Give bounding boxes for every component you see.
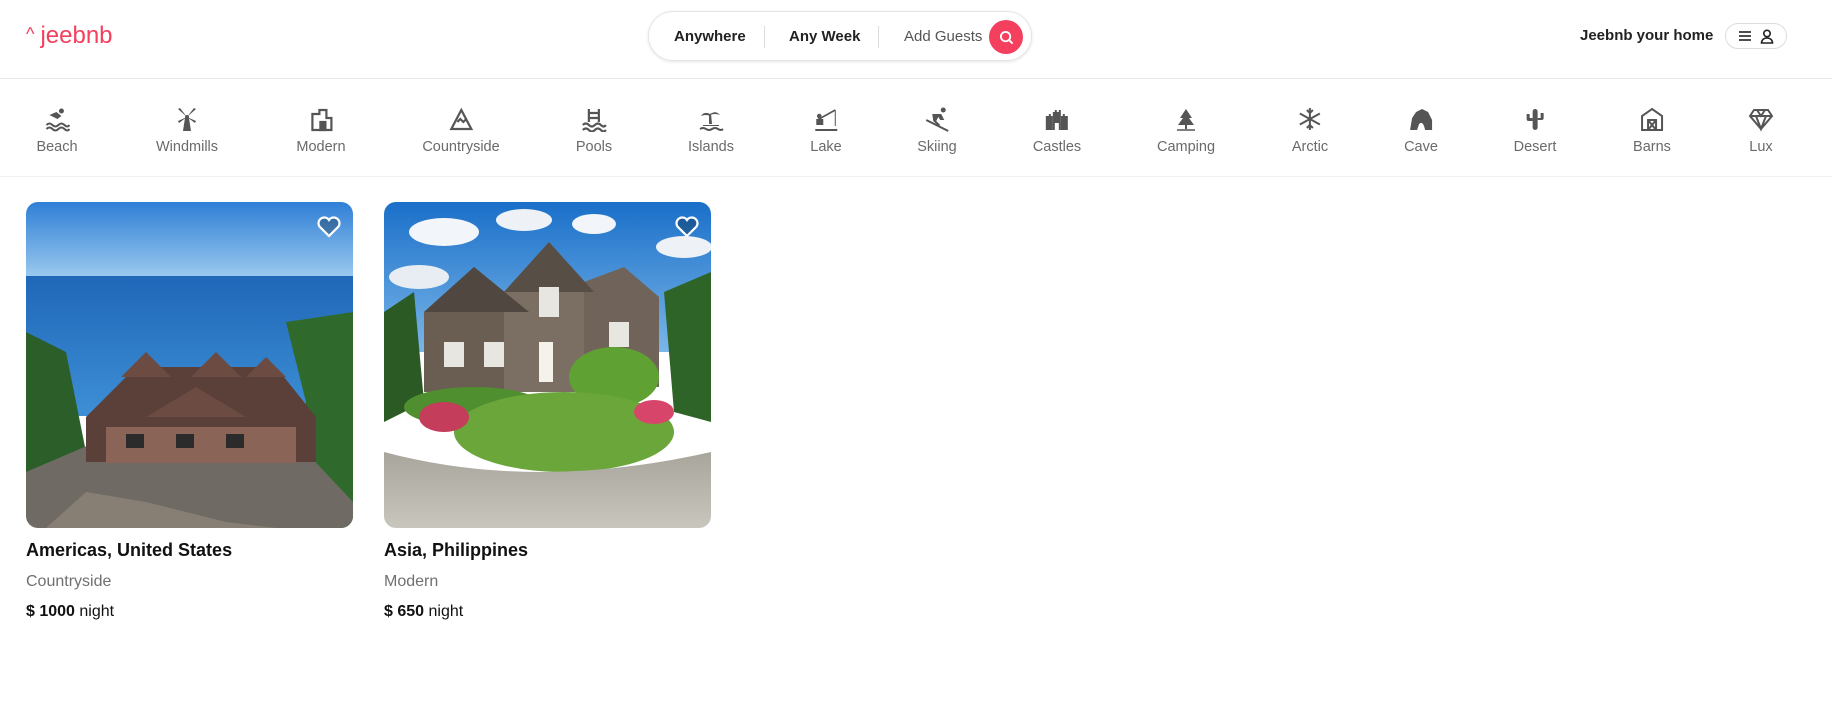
- search-where-button[interactable]: Anywhere: [674, 28, 746, 45]
- snowflake-icon: [1297, 106, 1323, 132]
- listing-card[interactable]: Americas, United States Countryside $ 10…: [26, 202, 353, 621]
- top-navbar: ^ jeebnb Anywhere Any Week Add Guests Je…: [0, 0, 1832, 79]
- category-lake[interactable]: Lake: [810, 106, 842, 155]
- category-pools[interactable]: Pools: [576, 106, 612, 155]
- category-label: Barns: [1633, 139, 1671, 155]
- category-desert[interactable]: Desert: [1513, 106, 1557, 155]
- category-label: Lux: [1749, 139, 1773, 155]
- user-menu-button[interactable]: [1725, 23, 1787, 49]
- search-button[interactable]: [989, 20, 1023, 54]
- diamond-icon: [1748, 106, 1774, 132]
- modern-house-icon: [308, 106, 334, 132]
- barn-icon: [1639, 106, 1665, 132]
- island-icon: [698, 106, 724, 132]
- pool-icon: [581, 106, 607, 132]
- listing-price-unit: night: [79, 603, 115, 620]
- listing-photo[interactable]: [26, 202, 353, 528]
- listing-category: Modern: [384, 573, 439, 590]
- category-countryside[interactable]: Countryside: [422, 106, 500, 155]
- listing-location: Americas, United States: [26, 540, 233, 560]
- divider: [764, 26, 765, 48]
- beach-icon: [44, 106, 70, 132]
- mountain-icon: [448, 106, 474, 132]
- category-bar: Beach Windmills Modern Countryside Pools…: [0, 80, 1832, 177]
- tree-icon: [1173, 106, 1199, 132]
- category-label: Lake: [810, 139, 842, 155]
- category-cave[interactable]: Cave: [1404, 106, 1438, 155]
- category-label: Windmills: [155, 139, 219, 155]
- castle-icon: [1044, 106, 1070, 132]
- cave-icon: [1408, 106, 1434, 132]
- logo[interactable]: ^ jeebnb: [26, 22, 113, 50]
- hamburger-icon: [1739, 31, 1751, 41]
- search-when-button[interactable]: Any Week: [789, 28, 860, 45]
- category-label: Desert: [1513, 139, 1557, 155]
- listing-price-line: $ 1000 night: [26, 603, 353, 621]
- listing-price-unit: night: [428, 603, 464, 620]
- favorite-heart-icon[interactable]: [674, 214, 700, 240]
- fishing-icon: [813, 106, 839, 132]
- listing-photo[interactable]: [384, 202, 711, 528]
- category-label: Skiing: [917, 139, 957, 155]
- user-icon: [1760, 28, 1774, 44]
- search-guests-button[interactable]: Add Guests: [904, 28, 982, 45]
- category-arctic[interactable]: Arctic: [1292, 106, 1328, 155]
- category-label: Arctic: [1291, 139, 1329, 155]
- logo-mark: ^: [26, 23, 35, 44]
- skiing-icon: [924, 106, 950, 132]
- logo-text: jeebnb: [40, 22, 113, 49]
- listing-price-line: $ 650 night: [384, 603, 711, 621]
- category-lux[interactable]: Lux: [1748, 106, 1774, 155]
- category-beach[interactable]: Beach: [36, 106, 78, 155]
- divider: [878, 26, 879, 48]
- category-label: Islands: [688, 139, 734, 155]
- listing-price: $ 1000: [26, 603, 75, 620]
- search-bar[interactable]: Anywhere Any Week Add Guests: [648, 11, 1032, 61]
- category-label: Camping: [1156, 139, 1216, 155]
- search-icon: [999, 30, 1013, 44]
- listing-card[interactable]: Asia, Philippines Modern $ 650 night: [384, 202, 711, 621]
- category-label: Cave: [1404, 139, 1438, 155]
- category-label: Castles: [1032, 139, 1082, 155]
- listing-price: $ 650: [384, 603, 425, 620]
- windmill-icon: [174, 106, 200, 132]
- category-label: Beach: [36, 139, 78, 155]
- category-modern[interactable]: Modern: [296, 106, 346, 155]
- category-castles[interactable]: Castles: [1033, 106, 1081, 155]
- category-label: Countryside: [422, 139, 500, 155]
- category-label: Modern: [296, 139, 346, 155]
- category-camping[interactable]: Camping: [1157, 106, 1215, 155]
- listing-category: Countryside: [26, 573, 112, 590]
- category-skiing[interactable]: Skiing: [917, 106, 957, 155]
- category-label: Pools: [575, 139, 613, 155]
- listing-location: Asia, Philippines: [384, 540, 529, 560]
- favorite-heart-icon[interactable]: [316, 214, 342, 240]
- category-islands[interactable]: Islands: [688, 106, 734, 155]
- cactus-icon: [1522, 106, 1548, 132]
- category-barns[interactable]: Barns: [1633, 106, 1671, 155]
- host-link[interactable]: Jeebnb your home: [1580, 27, 1713, 44]
- category-windmills[interactable]: Windmills: [156, 106, 218, 155]
